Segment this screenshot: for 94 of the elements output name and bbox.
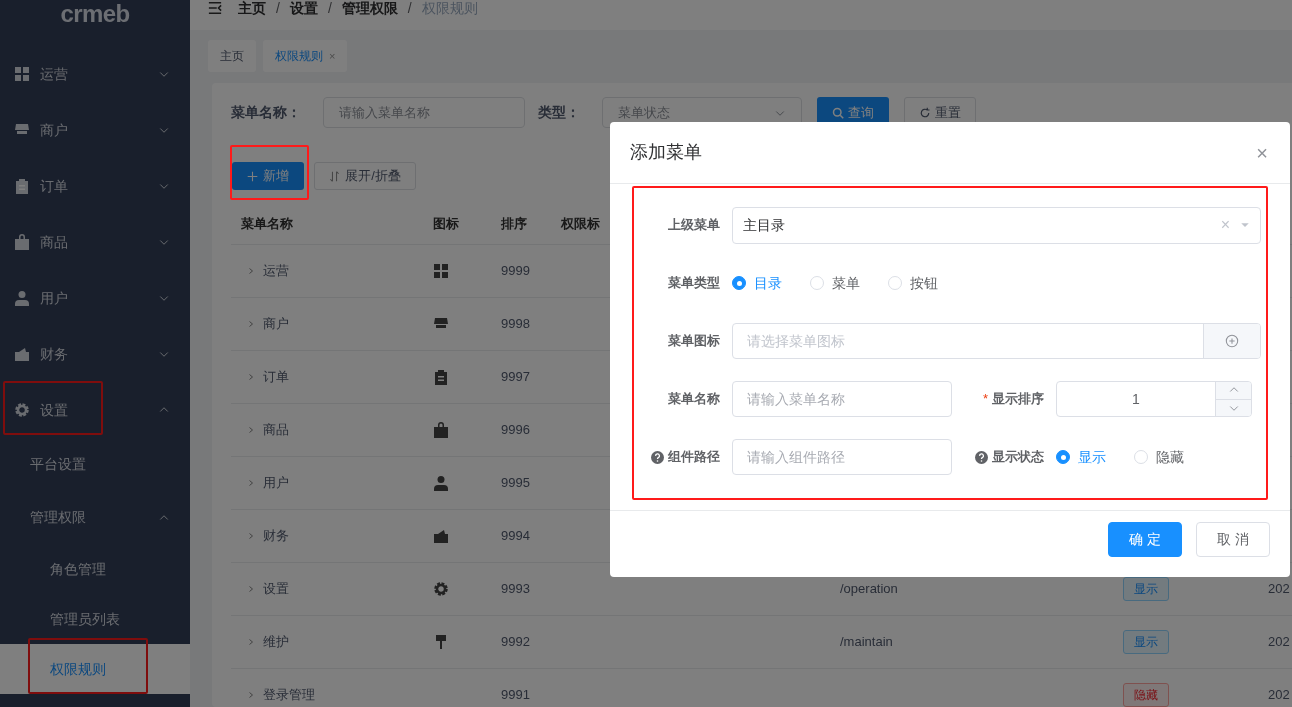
table-cell: 202 (1268, 687, 1290, 703)
field-label: 显示状态 (992, 448, 1044, 467)
table-cell-text: 订单 (263, 368, 289, 387)
tab-close-button[interactable]: × (329, 47, 336, 65)
dialog-title: 添加菜单 (630, 141, 702, 164)
table-cell: /operation (840, 581, 898, 597)
status-tag: 显示 (1123, 577, 1169, 601)
table-cell: 202 (1268, 634, 1290, 650)
radio-option[interactable]: 显示 (1056, 446, 1106, 468)
breadcrumb-item[interactable]: 设置 (289, 1, 318, 16)
required-mark: * (982, 390, 988, 409)
status-tag: 隐藏 (1123, 683, 1169, 707)
add-button[interactable]: 新增 (232, 162, 304, 190)
sidebar-item[interactable]: 角色管理 (0, 544, 190, 594)
table-cell: 202 (1268, 581, 1290, 597)
field-label: 菜单类型 (668, 274, 720, 293)
icon-input-field[interactable]: 请选择菜单图标 (732, 323, 1261, 359)
field-label: 组件路径 (668, 448, 720, 467)
column-header: 图标 (433, 216, 459, 232)
logo: crmeb (60, 0, 130, 28)
plus-icon (247, 170, 258, 182)
sidebar-item[interactable]: 财务 (0, 326, 190, 382)
sidebar-item[interactable]: 运营 (0, 46, 190, 102)
field-label: 菜单图标 (668, 332, 720, 351)
field-label: 显示排序 (992, 390, 1044, 409)
table-cell-text: 运营 (263, 262, 289, 281)
table-cell: 9997 (501, 369, 530, 385)
refresh-icon (919, 106, 931, 119)
sidebar-item[interactable]: 用户 (0, 270, 190, 326)
table-cell-text: 设置 (263, 580, 289, 599)
input-field[interactable]: 请输入菜单名称 (732, 381, 952, 417)
table-cell: 9994 (501, 528, 530, 544)
filter-label: 菜单名称： (231, 103, 301, 122)
table-cell: 9993 (501, 581, 530, 597)
filter-label: 类型： (538, 103, 580, 122)
table-cell: 9991 (501, 687, 530, 703)
breadcrumb-item[interactable]: 主页 (238, 1, 266, 16)
table-cell-text: 商户 (263, 315, 289, 334)
sidebar-item[interactable]: 权限规则 (0, 644, 190, 694)
table-cell: 9995 (501, 475, 530, 491)
search-icon (832, 106, 844, 119)
close-button[interactable]: × (1256, 142, 1268, 163)
column-header: 菜单名称 (241, 216, 293, 232)
tab[interactable]: 权限规则 × (263, 40, 348, 72)
sidebar-item[interactable]: 平台设置 (0, 438, 190, 491)
icon-picker-button[interactable] (1203, 324, 1260, 358)
radio-option[interactable]: 目录 (732, 272, 782, 294)
sidebar-item[interactable]: 订单 (0, 158, 190, 214)
sidebar-item[interactable]: 设置 (0, 382, 190, 438)
radio-option[interactable]: 隐藏 (1134, 446, 1184, 468)
cancel-button[interactable]: 取 消 (1196, 522, 1270, 557)
plus-circle-icon (1225, 334, 1239, 348)
breadcrumb-separator: / (327, 1, 332, 16)
status-tag: 显示 (1123, 630, 1169, 654)
table-cell-text: 登录管理 (263, 686, 315, 705)
radio-button[interactable] (1056, 450, 1070, 464)
clear-button[interactable]: × (1220, 213, 1230, 237)
field-label: 上级菜单 (668, 216, 720, 235)
bag-icon (14, 234, 30, 250)
select-field[interactable]: 主目录 × (732, 206, 1261, 244)
expand-collapse-button[interactable]: 展开/折叠 (314, 162, 416, 190)
column-header: 权限标 (561, 216, 600, 232)
tab[interactable]: 主页 (208, 40, 256, 72)
table-cell-text: 商品 (263, 421, 289, 440)
table-cell: 9996 (501, 422, 530, 438)
table-cell-text: 财务 (263, 527, 289, 546)
sidebar-item[interactable]: 管理权限 (0, 491, 190, 544)
table-cell-text: 维护 (263, 633, 289, 652)
column-header: 排序 (501, 216, 527, 232)
breadcrumb-item[interactable]: 管理权限 (341, 1, 398, 16)
sidebar-item[interactable]: 商品 (0, 214, 190, 270)
table-cell: 9992 (501, 634, 530, 650)
table-cell: 9998 (501, 316, 530, 332)
menu-fold-icon (206, 1, 224, 15)
confirm-button[interactable]: 确 定 (1108, 522, 1182, 557)
sidebar-item[interactable]: 商户 (0, 102, 190, 158)
radio-button[interactable] (732, 276, 746, 290)
radio-option[interactable]: 菜单 (810, 272, 860, 294)
number-field[interactable]: 1 (1056, 381, 1252, 417)
clipboard-icon (14, 178, 30, 194)
breadcrumb-separator: / (407, 1, 412, 16)
input-field[interactable]: 请输入组件路径 (732, 439, 952, 475)
gear-icon (14, 402, 30, 418)
sidebar-item[interactable]: 管理员列表 (0, 594, 190, 644)
sort-arrows-icon (329, 170, 341, 182)
user-icon (14, 290, 30, 306)
grid-icon (14, 66, 30, 82)
table-cell: /maintain (840, 634, 893, 650)
table-cell-text: 用户 (263, 474, 289, 493)
wallet-icon (14, 346, 30, 362)
radio-option[interactable]: 按钮 (888, 272, 938, 294)
breadcrumb-separator: / (276, 1, 280, 16)
table-cell: 9999 (501, 263, 530, 279)
field-label: 菜单名称 (668, 390, 720, 409)
